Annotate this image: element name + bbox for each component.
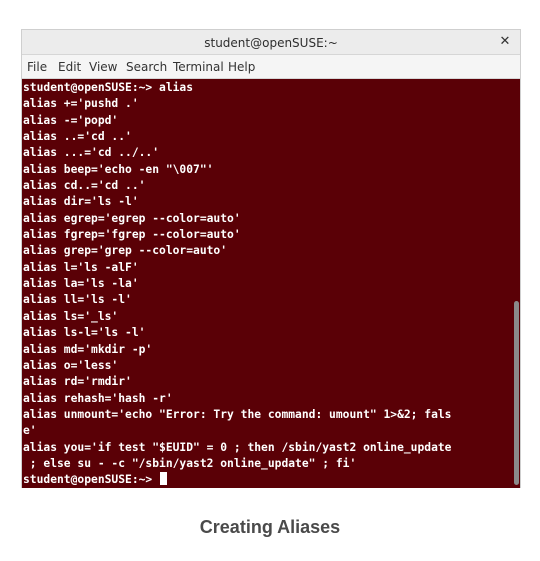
terminal-line: alias unmount='echo "Error: Try the comm… <box>23 407 452 421</box>
terminal-line: alias ll='ls -l' <box>23 293 132 307</box>
menu-terminal[interactable]: Terminal <box>173 60 224 74</box>
title-bar[interactable]: student@openSUSE:~ ✕ <box>22 30 520 55</box>
terminal-line: alias beep='echo -en "\007"' <box>23 162 214 176</box>
menu-file[interactable]: File <box>27 60 47 74</box>
menu-help[interactable]: Help <box>228 60 255 74</box>
scrollbar-thumb[interactable] <box>514 301 519 485</box>
terminal-line: student@openSUSE:~> alias <box>23 81 194 94</box>
terminal-line: alias fgrep='fgrep --color=auto' <box>23 228 241 242</box>
menu-view[interactable]: View <box>89 60 117 74</box>
terminal-line: alias ...='cd ../..' <box>23 146 160 160</box>
terminal-line: alias cd..='cd ..' <box>23 179 146 193</box>
terminal-line: alias rehash='hash -r' <box>23 391 173 405</box>
close-icon[interactable]: ✕ <box>498 35 512 49</box>
terminal-line: alias ls-l='ls -l' <box>23 326 146 340</box>
scrollbar[interactable] <box>512 79 520 488</box>
terminal-window: student@openSUSE:~ ✕ File Edit View Sear… <box>21 29 521 488</box>
terminal-line: alias ls='_ls' <box>23 309 119 323</box>
terminal-line: alias la='ls -la' <box>23 277 139 291</box>
prompt-line: student@openSUSE:~> <box>23 472 512 488</box>
menu-search[interactable]: Search <box>126 60 167 74</box>
terminal-line: ; else su - -c "/sbin/yast2 online_updat… <box>23 456 357 470</box>
terminal-output[interactable]: student@openSUSE:~> alias alias +='pushd … <box>22 79 512 488</box>
text-cursor <box>160 472 168 486</box>
terminal-line: alias ..='cd ..' <box>23 130 132 144</box>
terminal-line: alias you='if test "$EUID" = 0 ; then /s… <box>23 440 452 454</box>
figure-caption: Creating Aliases <box>199 517 341 537</box>
terminal-line: alias egrep='egrep --color=auto' <box>23 211 241 225</box>
terminal-line: alias dir='ls -l' <box>23 195 139 209</box>
terminal-line: alias md='mkdir -p' <box>23 342 153 356</box>
terminal-lines: student@openSUSE:~> alias alias +='pushd … <box>22 79 512 488</box>
window-title: student@openSUSE:~ <box>204 36 338 50</box>
terminal-line: alias +='pushd .' <box>23 97 139 111</box>
shell-prompt: student@openSUSE:~> <box>23 473 160 487</box>
menu-edit[interactable]: Edit <box>58 60 81 74</box>
terminal-line: alias -='popd' <box>23 113 119 127</box>
terminal-line: alias o='less' <box>23 358 119 372</box>
terminal-line: alias grep='grep --color=auto' <box>23 244 228 258</box>
menu-bar: File Edit View Search Terminal Help <box>22 55 520 79</box>
terminal-line: e' <box>23 424 37 438</box>
terminal-line: alias rd='rmdir' <box>23 375 132 389</box>
terminal-line: alias l='ls -alF' <box>23 260 139 274</box>
